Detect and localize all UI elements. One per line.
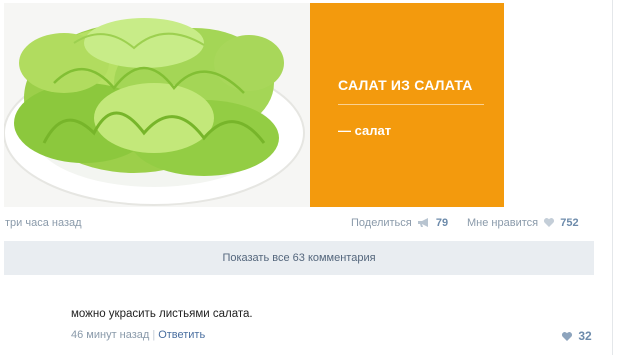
comment-like-count: 32: [578, 329, 592, 343]
heart-icon: [561, 332, 573, 341]
lettuce-plate-image[interactable]: [4, 3, 310, 207]
post-time[interactable]: три часа назад: [5, 217, 82, 229]
lettuce-illustration: [4, 18, 305, 206]
comment-item: можно украсить листьями салата. 46 минут…: [0, 288, 619, 348]
comment-like-button[interactable]: 32: [559, 329, 592, 343]
like-label: Мне нравится: [467, 217, 539, 229]
post-meta-row: три часа назад Поделиться 79 Мне нравитс…: [0, 213, 619, 233]
reply-button[interactable]: Ответить: [158, 329, 205, 341]
share-button[interactable]: Поделиться 79: [351, 217, 448, 229]
post-card: САЛАТ ИЗ САЛАТА — салат: [310, 3, 504, 207]
meta-separator: |: [152, 329, 156, 341]
comment-meta: 46 минут назад | Ответить: [71, 329, 205, 341]
share-label: Поделиться: [351, 217, 412, 229]
avatar[interactable]: [6, 288, 60, 342]
comment-text: можно украсить листьями салата.: [71, 308, 253, 320]
megaphone-icon: [417, 218, 428, 227]
comment-time[interactable]: 46 минут назад: [71, 329, 149, 341]
card-subtitle: — салат: [338, 123, 392, 138]
share-count: 79: [435, 217, 449, 229]
like-count: 752: [560, 217, 579, 229]
like-button[interactable]: Мне нравится 752: [467, 217, 579, 229]
card-divider: [338, 104, 484, 105]
show-all-comments-button[interactable]: Показать все 63 комментария: [4, 241, 594, 275]
card-title: САЛАТ ИЗ САЛАТА: [338, 77, 473, 93]
heart-icon: [544, 218, 555, 227]
